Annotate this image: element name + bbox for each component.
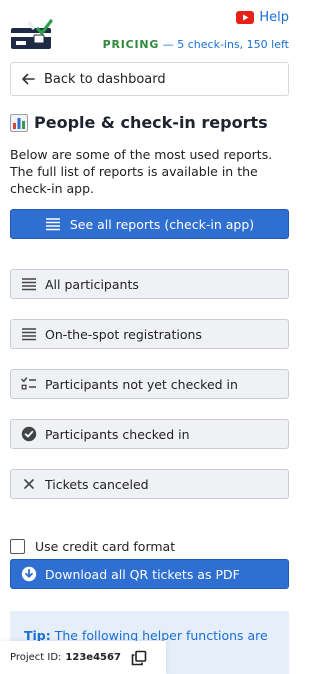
report-all-participants-button[interactable]: All participants [10, 269, 289, 299]
report-not-checked-in-button[interactable]: Participants not yet checked in [10, 369, 289, 399]
header: Help PRICING — 5 check-ins, 150 left [0, 0, 299, 60]
check-circle-icon [21, 426, 37, 442]
list-icon [22, 328, 36, 341]
pricing-detail: — 5 check-ins, 150 left [159, 38, 289, 51]
page-description: Below are some of the most used reports.… [10, 147, 273, 196]
page-title: People & check-in reports [10, 113, 268, 132]
list-icon [45, 218, 60, 231]
report-label: Tickets canceled [45, 476, 149, 492]
see-all-reports-button[interactable]: See all reports (check-in app) [10, 209, 289, 239]
report-on-the-spot-button[interactable]: On-the-spot registrations [10, 319, 289, 349]
close-icon [24, 479, 34, 489]
pricing-link[interactable]: PRICING — 5 check-ins, 150 left [103, 38, 289, 51]
back-to-dashboard-button[interactable]: Back to dashboard [10, 62, 289, 96]
report-checked-in-button[interactable]: Participants checked in [10, 419, 289, 449]
help-link[interactable]: Help [236, 10, 289, 25]
credit-card-checkbox[interactable] [10, 539, 25, 554]
credit-card-format-option[interactable]: Use credit card format [10, 539, 175, 554]
credit-card-label: Use credit card format [35, 539, 176, 554]
ticket-scanner-logo [11, 19, 53, 49]
report-tickets-canceled-button[interactable]: Tickets canceled [10, 469, 289, 499]
back-label: Back to dashboard [44, 71, 166, 87]
see-all-reports-label: See all reports (check-in app) [69, 216, 255, 232]
report-label: All participants [45, 276, 139, 292]
copy-icon[interactable] [131, 650, 147, 666]
project-id-bar: Project ID: 123e4567 [0, 641, 166, 674]
youtube-icon [236, 11, 255, 24]
report-label: Participants not yet checked in [45, 376, 238, 392]
list-icon [22, 278, 36, 291]
download-circle-icon [21, 566, 37, 582]
arrow-left-icon [22, 73, 35, 85]
checklist-icon [21, 377, 36, 390]
project-id-label: Project ID: [10, 652, 62, 663]
help-label: Help [259, 10, 289, 25]
bar-chart-icon [10, 113, 28, 132]
download-qr-pdf-button[interactable]: Download all QR tickets as PDF [10, 559, 289, 589]
report-label: Participants checked in [45, 426, 190, 442]
pricing-tag: PRICING [102, 38, 160, 51]
report-label: On-the-spot registrations [45, 326, 202, 342]
download-label: Download all QR tickets as PDF [45, 566, 240, 582]
project-id-value: 123e4567 [65, 652, 121, 663]
page-title-text: People & check-in reports [34, 113, 268, 132]
